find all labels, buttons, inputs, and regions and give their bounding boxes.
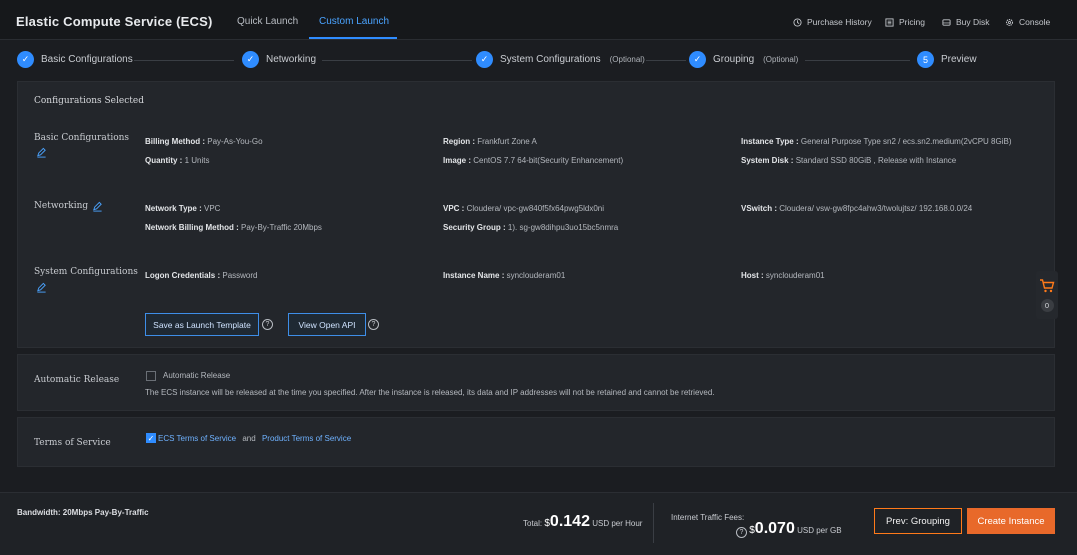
vswitch: VSwitch : Cloudera/ vsw-gw8fpc4ahw3/twol…	[741, 204, 973, 213]
automatic-release-description: The ECS instance will be released at the…	[145, 388, 715, 397]
view-open-api-button[interactable]: View Open API	[288, 313, 366, 336]
active-tab-indicator	[309, 37, 397, 39]
clock-icon	[793, 17, 802, 27]
security-group: Security Group : 1). sg-gw8dihpu3uo15bc5…	[443, 223, 619, 232]
total-value: 0.142	[549, 513, 590, 530]
step-connector	[134, 60, 234, 61]
buy-disk-label: Buy Disk	[956, 17, 990, 27]
help-icon[interactable]: ?	[262, 319, 273, 330]
traffic-unit: USD per GB	[797, 526, 842, 535]
check-icon: ✓	[242, 51, 259, 68]
region: Region : Frankfurt Zone A	[443, 137, 537, 146]
save-launch-template-button[interactable]: Save as Launch Template	[145, 313, 259, 336]
step-preview: 5 Preview	[917, 51, 977, 68]
step-label: Preview	[941, 54, 977, 65]
footer-bar: Bandwidth: 20Mbps Pay-By-Traffic Total: …	[0, 492, 1077, 555]
automatic-release-checkbox-label: Automatic Release	[163, 371, 231, 380]
check-icon: ✓	[689, 51, 706, 68]
network-billing-method: Network Billing Method : Pay-By-Traffic …	[145, 223, 322, 232]
logon-credentials: Logon Credentials : Password	[145, 271, 258, 280]
pricing-label: Pricing	[899, 17, 925, 27]
pricing-link[interactable]: Pricing	[885, 17, 925, 27]
automatic-release-label: Automatic Release	[34, 375, 120, 385]
billing-method: Billing Method : Pay-As-You-Go	[145, 137, 263, 146]
image: Image : CentOS 7.7 64-bit(Security Enhan…	[443, 156, 624, 165]
automatic-release-checkbox[interactable]	[146, 371, 156, 381]
quantity: Quantity : 1 Units	[145, 156, 210, 165]
basic-configurations-label: Basic Configurations	[34, 133, 130, 143]
shopping-cart[interactable]: 0	[1036, 271, 1058, 319]
step-grouping[interactable]: ✓ Grouping (Optional)	[689, 51, 798, 68]
instance-type: Instance Type : General Purpose Type sn2…	[741, 137, 1012, 146]
gear-icon	[1005, 18, 1014, 26]
product-terms-link[interactable]: Product Terms of Service	[262, 434, 351, 443]
configurations-panel: Configurations Selected Basic Configurat…	[17, 81, 1055, 348]
purchase-history-link[interactable]: Purchase History	[793, 17, 872, 27]
check-icon: ✓	[17, 51, 34, 68]
vpc: VPC : Cloudera/ vpc-gw840f5fx64pwg5ldx0n…	[443, 204, 604, 213]
traffic-fee-label: Internet Traffic Fees:	[671, 513, 745, 522]
panel-title: Configurations Selected	[34, 96, 144, 106]
ecs-terms-link[interactable]: ECS Terms of Service	[158, 434, 236, 443]
step-optional-tag: (Optional)	[763, 55, 799, 64]
buy-disk-link[interactable]: Buy Disk	[942, 17, 990, 27]
app-title: Elastic Compute Service (ECS)	[16, 14, 213, 29]
network-type: Network Type : VPC	[145, 204, 221, 213]
top-bar: Elastic Compute Service (ECS) Quick Laun…	[0, 0, 1077, 40]
list-icon	[885, 17, 894, 27]
host: Host : synclouderam01	[741, 271, 825, 280]
tab-quick-launch[interactable]: Quick Launch	[237, 16, 298, 27]
step-networking[interactable]: ✓ Networking	[242, 51, 316, 68]
traffic-value: 0.070	[754, 520, 795, 537]
terms-of-service-panel: Terms of Service ✓ ECS Terms of Service …	[17, 417, 1055, 467]
terms-checkbox[interactable]: ✓	[146, 433, 156, 443]
footer-divider	[653, 503, 654, 543]
step-optional-tag: (Optional)	[609, 55, 645, 64]
step-label: Grouping	[713, 54, 755, 65]
terms-of-service-label: Terms of Service	[34, 438, 111, 448]
cart-icon	[1040, 279, 1055, 293]
edit-basic-icon[interactable]	[35, 146, 47, 158]
traffic-fee: ? $0.070 USD per GB	[736, 520, 842, 538]
purchase-history-label: Purchase History	[807, 17, 872, 27]
step-basic-configurations[interactable]: ✓ Basic Configurations	[17, 51, 133, 68]
console-link[interactable]: Console	[1005, 17, 1050, 27]
step-connector	[805, 60, 910, 61]
tab-custom-launch[interactable]: Custom Launch	[319, 16, 389, 27]
help-icon[interactable]: ?	[368, 319, 379, 330]
check-icon: ✓	[476, 51, 493, 68]
step-label: Networking	[266, 54, 317, 65]
step-connector	[322, 60, 472, 61]
instance-name: Instance Name : synclouderam01	[443, 271, 566, 280]
automatic-release-panel: Automatic Release Automatic Release The …	[17, 354, 1055, 411]
total-unit: USD per Hour	[592, 519, 643, 528]
create-instance-button[interactable]: Create Instance	[967, 508, 1055, 534]
bandwidth-info: Bandwidth: 20Mbps Pay-By-Traffic	[17, 508, 149, 517]
step-label: System Configurations	[500, 54, 601, 65]
total-label: Total:	[523, 519, 543, 528]
cart-count-badge: 0	[1040, 299, 1054, 312]
disk-icon	[942, 18, 951, 26]
step-number: 5	[917, 51, 934, 68]
prev-grouping-button[interactable]: Prev: Grouping	[874, 508, 962, 534]
step-label: Basic Configurations	[41, 54, 133, 65]
console-label: Console	[1019, 17, 1051, 27]
system-configurations-label: System Configurations	[34, 267, 138, 277]
step-indicator: ✓ Basic Configurations ✓ Networking ✓ Sy…	[0, 41, 1077, 79]
edit-system-icon[interactable]	[35, 281, 47, 293]
terms-and: and	[242, 434, 256, 443]
terms-text: ECS Terms of Service and Product Terms o…	[158, 434, 351, 443]
step-connector	[646, 60, 686, 61]
system-disk: System Disk : Standard SSD 80GiB , Relea…	[741, 156, 957, 165]
total-fee: Total: $0.142 USD per Hour	[523, 513, 642, 531]
help-icon[interactable]: ?	[736, 527, 747, 538]
edit-networking-icon[interactable]	[91, 200, 103, 212]
networking-label: Networking	[34, 201, 89, 211]
step-system-configurations[interactable]: ✓ System Configurations (Optional)	[476, 51, 645, 68]
